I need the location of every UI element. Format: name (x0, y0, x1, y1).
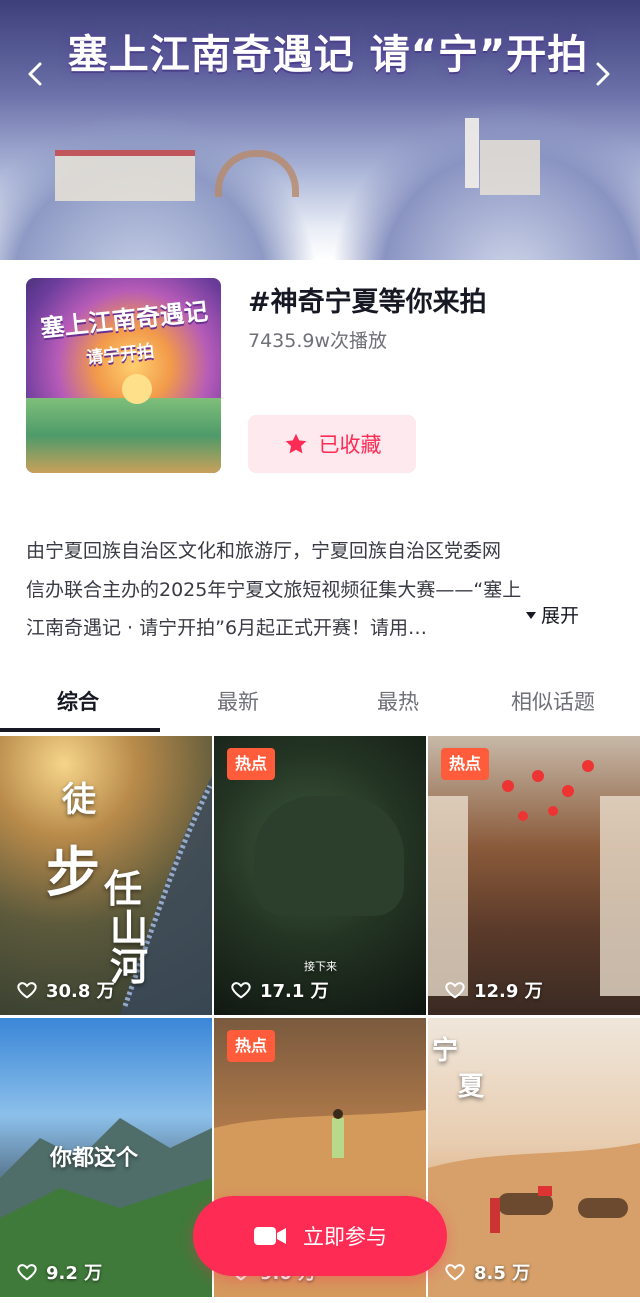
video-card[interactable]: 你都这个 9.2 万 (0, 1018, 212, 1297)
video-camera-icon (254, 1227, 286, 1245)
banner-temple (480, 140, 540, 195)
expand-button[interactable]: 展开 (524, 601, 579, 628)
camel-caravan-art (428, 1143, 640, 1297)
cover-subtitle: 请宁开拍 (85, 341, 156, 369)
hot-badge: 热点 (227, 1030, 276, 1062)
description-line: 由宁夏回族自治区文化和旅游厅，宁夏回族自治区党委网 (26, 540, 502, 562)
tab-comprehensive[interactable]: 综合 (57, 686, 99, 716)
topic-banner: 塞上江南奇遇记 请“宁”开拍 (0, 0, 640, 260)
video-overlay-text: 步 (46, 841, 100, 904)
green-cap-shape (254, 796, 404, 916)
star-icon (285, 433, 306, 454)
hot-badge: 热点 (227, 748, 276, 780)
tab-hottest[interactable]: 最热 (377, 686, 419, 716)
expand-label: 展开 (541, 605, 580, 627)
video-overlay-text: 河 (110, 945, 149, 989)
video-likes: 12.9 万 (444, 977, 543, 1003)
heart-icon (445, 1264, 465, 1281)
hot-badge: 热点 (441, 748, 490, 780)
video-card[interactable]: 热点 接下来 17.1 万 (214, 736, 426, 1015)
heart-icon (231, 982, 251, 999)
share-icon[interactable] (588, 60, 616, 88)
topic-cover-image: 塞上江南奇遇记 请宁开拍 (26, 278, 221, 473)
description-line: 江南奇遇记 · 请宁开拍”6月起正式开赛！请用… (26, 617, 428, 639)
video-card[interactable]: 徒 步 任 山 河 30.8 万 (0, 736, 212, 1015)
topic-description: 由宁夏回族自治区文化和旅游厅，宁夏回族自治区党委网 信办联合主办的2025年宁夏… (26, 532, 616, 648)
join-label: 立即参与 (303, 1225, 387, 1249)
banner-building (55, 150, 195, 201)
video-overlay-text: 宁 (432, 1036, 459, 1066)
heart-icon (17, 982, 37, 999)
video-likes: 9.2 万 (16, 1259, 102, 1285)
banner-title: 塞上江南奇遇记 请“宁”开拍 (67, 32, 589, 78)
tab-latest[interactable]: 最新 (217, 686, 259, 716)
heart-icon (445, 982, 465, 999)
video-overlay-text: 你都这个 (50, 1146, 139, 1171)
video-card[interactable]: 热点 12.9 万 (428, 736, 640, 1015)
tab-similar-topics[interactable]: 相似话题 (511, 686, 595, 716)
video-likes: 17.1 万 (230, 977, 329, 1003)
video-overlay-text: 接下来 (304, 960, 337, 973)
video-likes: 8.5 万 (444, 1259, 530, 1285)
favorite-button[interactable]: 已收藏 (248, 415, 416, 473)
video-overlay-text: 夏 (458, 1072, 485, 1102)
likes-count: 17.1 万 (260, 981, 329, 1002)
tab-active-indicator (0, 728, 160, 732)
join-button[interactable]: 立即参与 (193, 1196, 447, 1276)
likes-count: 9.2 万 (46, 1263, 103, 1284)
triangle-down-icon (526, 611, 536, 619)
likes-count: 8.5 万 (474, 1263, 531, 1284)
video-overlay-text: 徒 (62, 780, 96, 820)
favorite-label: 已收藏 (318, 433, 382, 457)
heart-icon (17, 1264, 37, 1281)
back-icon[interactable] (22, 60, 50, 88)
cover-landscape (26, 398, 221, 473)
video-likes: 30.8 万 (16, 977, 115, 1003)
video-card[interactable]: 宁 夏 8.5 万 (428, 1018, 640, 1297)
likes-count: 12.9 万 (474, 981, 543, 1002)
likes-count: 30.8 万 (46, 981, 115, 1002)
tab-bar: 综合 最新 最热 相似话题 (0, 672, 640, 732)
cover-sun (122, 374, 152, 404)
cover-title: 塞上江南奇遇记 (39, 297, 210, 343)
play-count: 7435.9w次播放 (248, 330, 388, 352)
banner-tower (465, 118, 479, 188)
topic-title: #神奇宁夏等你来拍 (248, 287, 487, 318)
